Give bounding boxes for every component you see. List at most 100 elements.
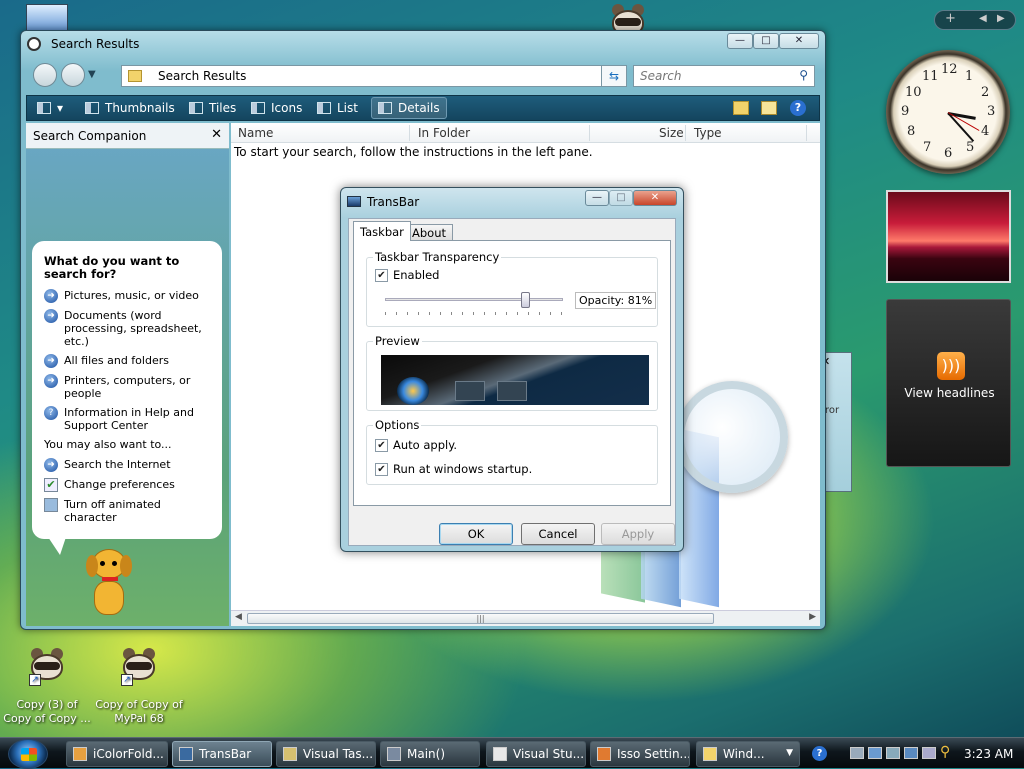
view-headlines-label[interactable]: View headlines	[887, 386, 1012, 400]
checkbox-checked-icon: ✔	[375, 438, 388, 452]
task-visual-tasks[interactable]: Visual Tas...	[276, 741, 376, 767]
list-button[interactable]: List	[317, 101, 358, 115]
new-folder-icon[interactable]	[733, 101, 749, 115]
forward-button[interactable]	[61, 63, 85, 87]
dialog-title: TransBar	[367, 195, 420, 209]
tiles-icon	[189, 102, 203, 114]
search-dog-character[interactable]	[84, 549, 134, 619]
arrow-icon: ➜	[44, 289, 58, 303]
refresh-button[interactable]: ⇆	[601, 65, 627, 87]
option-printers[interactable]: ➜ Printers, computers, or people	[44, 374, 210, 400]
apply-button[interactable]: Apply	[601, 523, 675, 545]
help-icon[interactable]: ?	[812, 746, 827, 761]
close-button[interactable]: ✕	[633, 190, 677, 206]
properties-icon[interactable]	[761, 101, 777, 115]
task-main[interactable]: Main()	[380, 741, 480, 767]
option-label: All files and folders	[64, 354, 169, 367]
search-companion-pane: Search Companion ✕ What do you want to s…	[26, 123, 229, 626]
task-windows-group[interactable]: Wind... ▼	[696, 741, 800, 767]
task-transbar[interactable]: TransBar	[172, 741, 272, 767]
window-title: Search Results	[51, 37, 140, 51]
sidebar-controls[interactable]: + ◀ ▶	[934, 10, 1016, 30]
option-documents[interactable]: ➜ Documents (word processing, spreadsheet…	[44, 309, 210, 348]
explorer-toolbar: ▾ Thumbnails Tiles Icons List Details ?	[26, 95, 820, 121]
slider-thumb[interactable]	[521, 292, 530, 308]
windows-logo-icon	[21, 748, 37, 761]
tray-icon[interactable]	[850, 747, 864, 759]
next-icon[interactable]: ▶	[997, 13, 1005, 24]
option-change-preferences[interactable]: ✔ Change preferences	[44, 478, 210, 492]
slideshow-gadget[interactable]	[886, 190, 1011, 283]
task-label: Isso Settin...	[617, 747, 690, 761]
preview-start-orb	[397, 377, 429, 405]
option-turn-off-character[interactable]: Turn off animated character	[44, 498, 210, 524]
minimize-button[interactable]: —	[585, 190, 609, 206]
tray-icon[interactable]	[904, 747, 918, 759]
search-question: What do you want to search for?	[44, 254, 180, 281]
scroll-left-icon[interactable]: ◀	[235, 612, 242, 622]
column-in-folder[interactable]: In Folder	[418, 126, 470, 140]
ok-button[interactable]: OK	[439, 523, 513, 545]
horizontal-scrollbar[interactable]: ◀ ||| ▶	[231, 610, 820, 626]
taskbar: iColorFold... TransBar Visual Tas... Mai…	[0, 737, 1024, 769]
minimize-button[interactable]: —	[727, 33, 753, 49]
clock-numeral: 1	[965, 69, 974, 84]
thumbnails-button[interactable]: Thumbnails	[85, 101, 175, 115]
back-button[interactable]	[33, 63, 57, 87]
tray-icon[interactable]	[922, 747, 936, 759]
desktop-icon-copy3[interactable]: ↗ Copy (3) of Copy of Copy ...	[2, 646, 92, 726]
column-type[interactable]: Type	[694, 126, 722, 140]
task-icolorfolder[interactable]: iColorFold...	[66, 741, 168, 767]
option-help[interactable]: ? Information in Help and Support Center	[44, 406, 210, 432]
scroll-thumb[interactable]: |||	[247, 613, 714, 624]
option-pictures[interactable]: ➜ Pictures, music, or video	[44, 289, 210, 303]
start-button[interactable]	[8, 739, 48, 769]
cancel-button[interactable]: Cancel	[521, 523, 595, 545]
help-icon[interactable]: ?	[790, 100, 806, 116]
tiles-button[interactable]: Tiles	[189, 101, 236, 115]
folder-icon	[128, 70, 142, 82]
enabled-checkbox[interactable]: ✔ Enabled	[375, 268, 439, 282]
app-icon	[493, 747, 507, 761]
add-gadget-button[interactable]: +	[945, 11, 956, 26]
startup-checkbox[interactable]: ✔ Run at windows startup.	[375, 462, 532, 476]
view-menu-button[interactable]: ▾	[37, 101, 63, 115]
clock-numeral: 9	[901, 104, 910, 119]
clock-time[interactable]: 3:23 AM	[964, 747, 1013, 761]
search-icon[interactable]: ⚲	[940, 744, 950, 760]
opacity-slider[interactable]	[385, 292, 563, 316]
option-label: Information in Help and Support Center	[64, 406, 194, 432]
task-isso-settings[interactable]: Isso Settin...	[590, 741, 690, 767]
search-icon[interactable]: ⚲	[799, 68, 808, 82]
details-button[interactable]: Details	[371, 97, 447, 119]
feed-headlines-gadget[interactable]: ))) View headlines	[886, 299, 1011, 467]
clock-gadget[interactable]: 12 1 2 3 4 5 6 7 8 9 10 11	[886, 50, 1010, 174]
column-size[interactable]: Size	[659, 126, 684, 140]
clock-numeral: 7	[923, 140, 932, 155]
transbar-dialog[interactable]: TransBar — □ ✕ Taskbar About Taskbar Tra…	[340, 187, 684, 552]
tab-taskbar[interactable]: Taskbar	[353, 221, 411, 241]
network-icon[interactable]	[868, 747, 882, 759]
opacity-readout: Opacity: 81%	[575, 292, 657, 309]
recent-pages-dropdown[interactable]: ▼	[88, 69, 96, 80]
maximize-button[interactable]: □	[753, 33, 779, 49]
option-all-files[interactable]: ➜ All files and folders	[44, 354, 210, 368]
details-icon	[378, 102, 392, 114]
search-input[interactable]: Search ⚲	[633, 65, 815, 87]
auto-apply-checkbox[interactable]: ✔ Auto apply.	[375, 438, 457, 452]
scroll-right-icon[interactable]: ▶	[809, 612, 816, 622]
close-button[interactable]: ✕	[779, 33, 819, 49]
desktop-icon-mypal68[interactable]: ↗ Copy of Copy of MyPal 68	[94, 646, 184, 726]
prev-icon[interactable]: ◀	[979, 13, 987, 24]
option-search-internet[interactable]: ➜ Search the Internet	[44, 458, 210, 472]
close-pane-icon[interactable]: ✕	[211, 127, 222, 142]
icons-button[interactable]: Icons	[251, 101, 302, 115]
column-name[interactable]: Name	[238, 126, 273, 140]
volume-icon[interactable]	[886, 747, 900, 759]
task-visual-studio[interactable]: Visual Stu...	[486, 741, 586, 767]
startup-label: Run at windows startup.	[393, 462, 533, 476]
transparency-group-label: Taskbar Transparency	[373, 250, 502, 264]
maximize-button[interactable]: □	[609, 190, 633, 206]
address-bar[interactable]: Search Results ▼	[121, 65, 621, 87]
tab-about[interactable]: About	[405, 224, 454, 241]
